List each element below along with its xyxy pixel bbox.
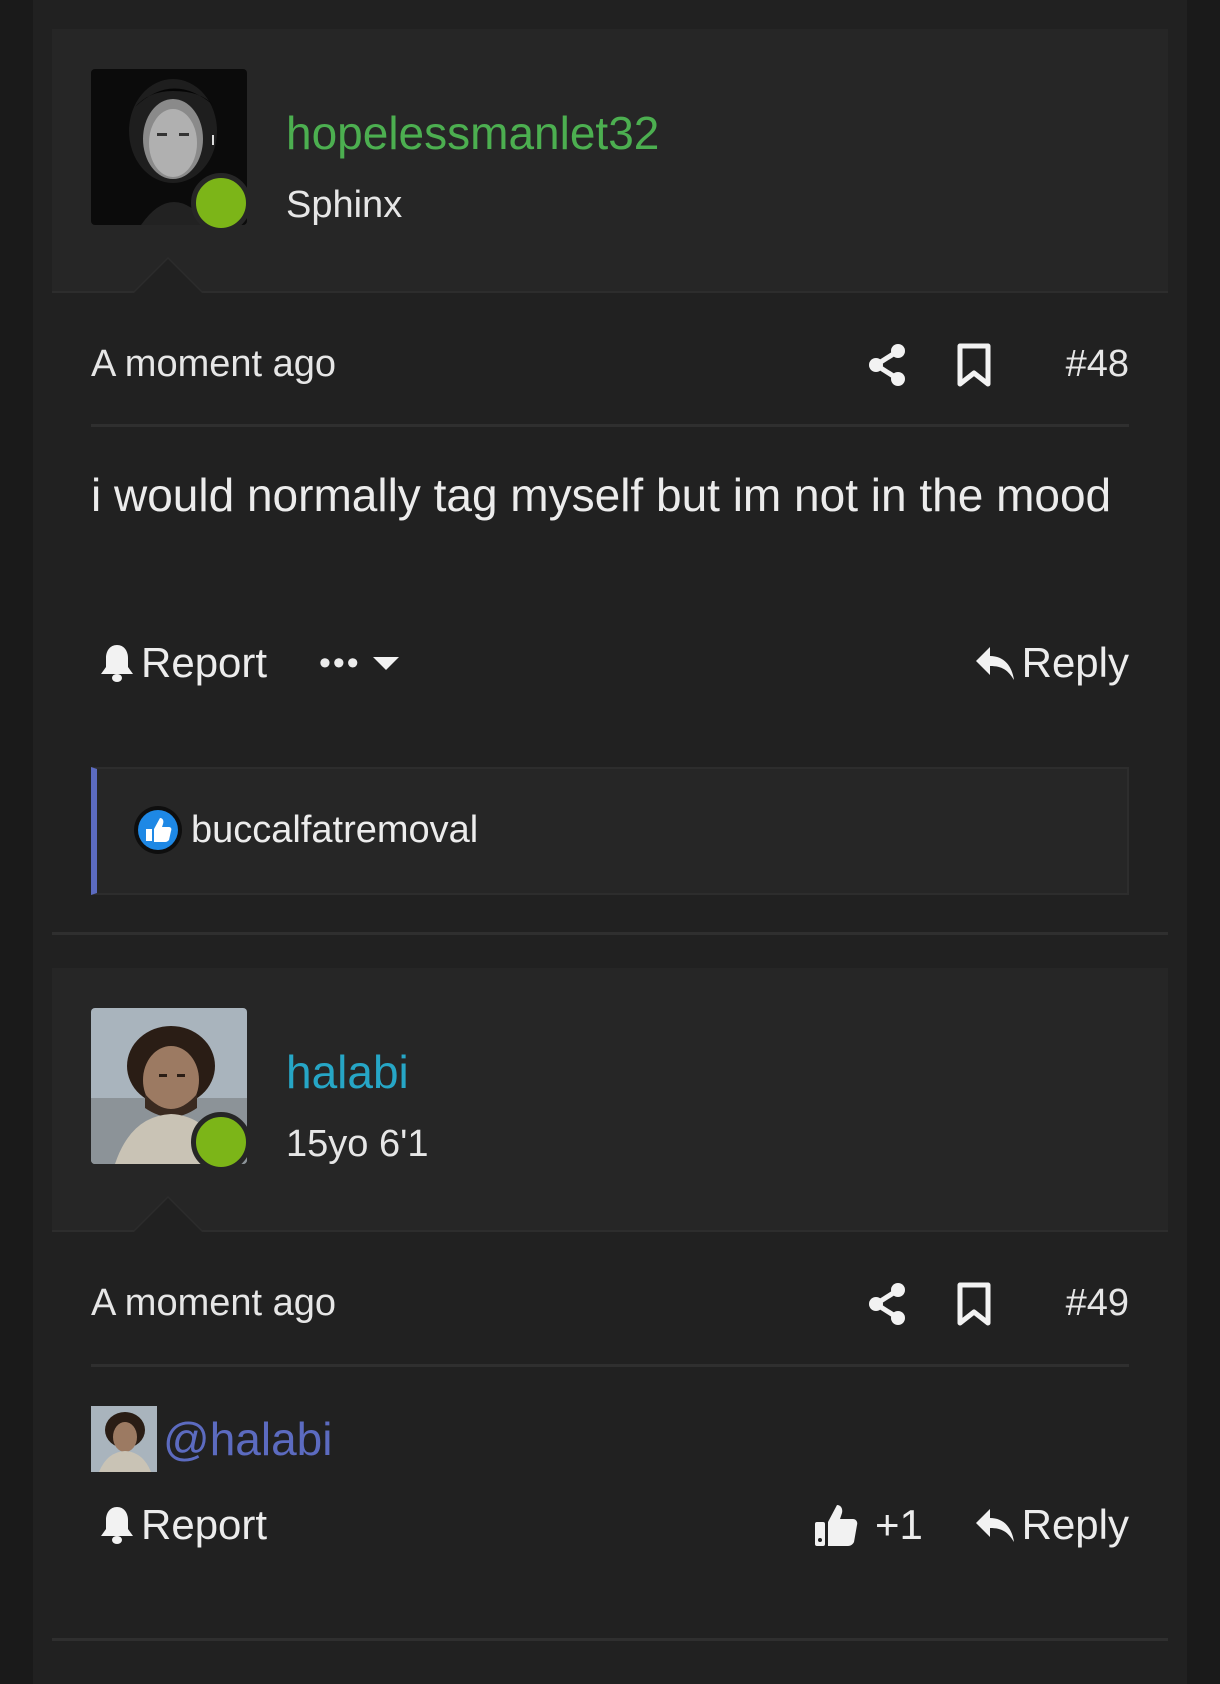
divider <box>91 1364 1129 1367</box>
divider <box>91 424 1129 427</box>
post-actions: Report ••• Reply <box>91 633 1129 693</box>
post-separator <box>52 1638 1168 1641</box>
post-number[interactable]: #48 <box>1066 343 1129 386</box>
like-count: +1 <box>875 1501 923 1548</box>
more-dots-icon: ••• <box>319 644 361 682</box>
bookmark-icon[interactable] <box>954 343 994 387</box>
post-number[interactable]: #49 <box>1066 1282 1129 1325</box>
mention[interactable]: @halabi <box>91 1405 332 1473</box>
post-48: hopelessmanlet32 Sphinx A moment ago #48… <box>52 29 1168 939</box>
reactions-bar[interactable]: buccalfatremoval <box>91 767 1129 895</box>
chevron-down-icon <box>372 657 399 670</box>
post-user-block: halabi 15yo 6'1 <box>52 968 1168 1232</box>
thread-page: hopelessmanlet32 Sphinx A moment ago #48… <box>33 0 1187 1684</box>
username[interactable]: hopelessmanlet32 <box>286 105 659 161</box>
user-arrow <box>132 257 204 293</box>
reply-icon <box>975 647 1014 680</box>
mention-avatar <box>91 1406 157 1472</box>
report-label: Report <box>141 1501 268 1548</box>
bell-icon <box>101 1507 133 1544</box>
more-options-button[interactable]: ••• <box>319 633 407 693</box>
mention-text[interactable]: @halabi <box>163 1412 332 1466</box>
user-title: Sphinx <box>286 184 403 226</box>
report-button[interactable]: Report <box>99 1495 267 1555</box>
bookmark-icon[interactable] <box>954 1282 994 1326</box>
share-icon[interactable] <box>867 343 907 387</box>
online-status-dot <box>191 173 251 233</box>
post-separator <box>52 932 1168 935</box>
reaction-user[interactable]: buccalfatremoval <box>191 803 478 857</box>
report-button[interactable]: Report <box>99 633 267 693</box>
report-label: Report <box>141 639 268 686</box>
share-icon[interactable] <box>867 1282 907 1326</box>
bell-icon <box>101 645 133 682</box>
reply-icon <box>975 1509 1014 1542</box>
post-user-block: hopelessmanlet32 Sphinx <box>52 29 1168 293</box>
online-status-dot <box>191 1112 251 1172</box>
post-meta: A moment ago #49 <box>91 1274 1129 1334</box>
post-time[interactable]: A moment ago <box>91 1282 336 1325</box>
post-49: halabi 15yo 6'1 A moment ago #49 @halabi… <box>52 968 1168 1644</box>
reply-button[interactable]: Reply <box>974 1495 1129 1555</box>
username[interactable]: halabi <box>286 1044 409 1100</box>
post-content: i would normally tag myself but im not i… <box>91 469 1112 521</box>
like-button[interactable]: +1 <box>813 1495 923 1555</box>
reply-button[interactable]: Reply <box>974 633 1129 693</box>
post-actions: Report +1 Reply <box>91 1495 1129 1555</box>
post-time[interactable]: A moment ago <box>91 343 336 386</box>
post-meta: A moment ago #48 <box>91 335 1129 395</box>
reply-label: Reply <box>1021 639 1129 686</box>
like-icon <box>134 806 182 854</box>
user-arrow <box>132 1196 204 1232</box>
thumbs-up-icon <box>815 1505 858 1546</box>
reply-label: Reply <box>1021 1501 1129 1548</box>
user-title: 15yo 6'1 <box>286 1123 429 1165</box>
